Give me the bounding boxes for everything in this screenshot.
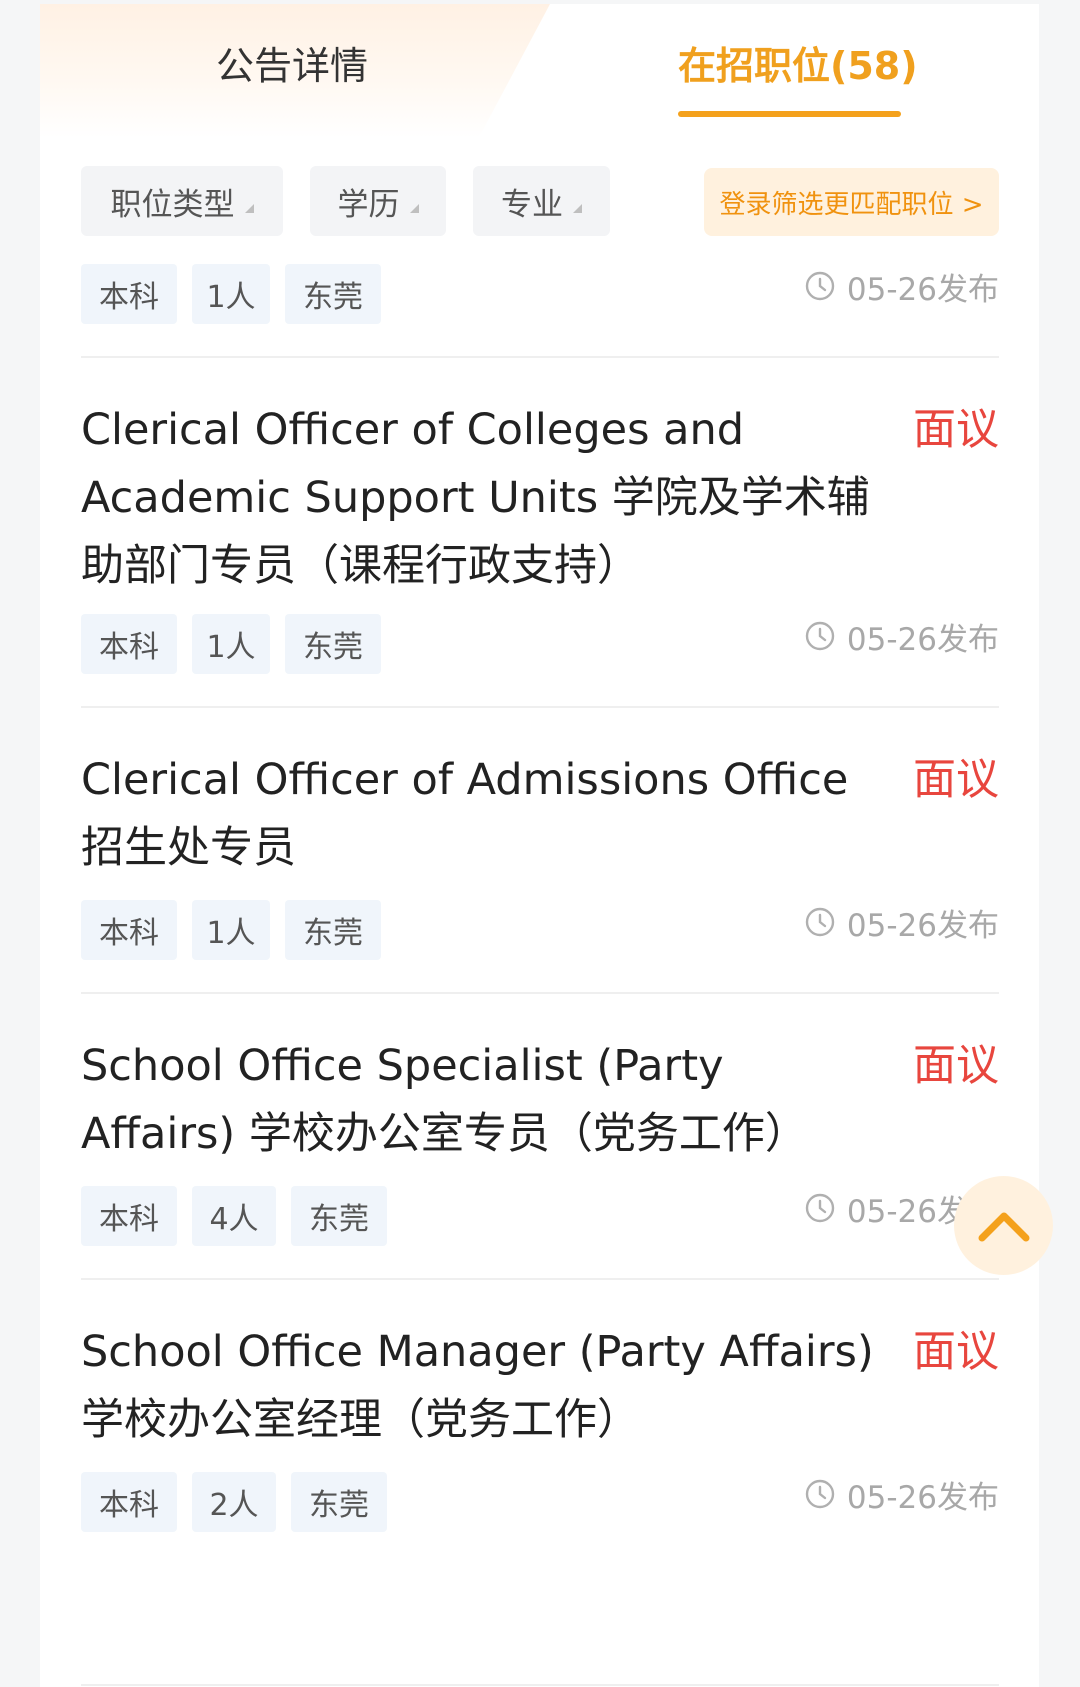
triangle-icon <box>244 203 254 213</box>
tag-education: 本科 <box>81 1472 177 1532</box>
publish-date-text: 05-26发布 <box>846 621 999 658</box>
tab-notice[interactable]: 公告详情 <box>216 40 368 92</box>
divider <box>81 1278 999 1280</box>
filter-bar: 职位类型 学历 专业 登录筛选更匹配职位 > <box>40 166 1039 238</box>
active-tab-indicator <box>678 111 901 117</box>
job-item[interactable]: Clerical Officer of Colleges and Academi… <box>81 396 999 680</box>
tag-headcount: 2人 <box>192 1472 276 1532</box>
publish-date-text: 05-26发布 <box>846 907 999 944</box>
back-to-top-button[interactable] <box>954 1176 1053 1275</box>
publish-date: 05-26发布 <box>805 606 999 666</box>
job-salary: 面议 <box>913 405 999 455</box>
divider <box>81 1684 999 1686</box>
tag-location: 东莞 <box>285 900 381 960</box>
tag-location: 东莞 <box>285 264 381 324</box>
publish-date-text: 05-26发布 <box>846 1479 999 1516</box>
tag-location: 东莞 <box>291 1186 387 1246</box>
tag-headcount: 1人 <box>192 614 270 674</box>
job-salary: 面议 <box>913 1041 999 1091</box>
divider <box>81 992 999 994</box>
tag-location: 东莞 <box>291 1472 387 1532</box>
job-item[interactable]: 本科 1人 东莞 05-26发布 <box>81 264 999 326</box>
clock-icon <box>805 271 835 301</box>
job-item[interactable]: Clerical Officer of Admissions Office 招生… <box>81 746 999 968</box>
publish-date: 05-26发布 <box>805 256 999 316</box>
filter-education-label: 学历 <box>337 186 400 223</box>
tab-bar: 公告详情 在招职位(58) <box>40 4 1039 138</box>
triangle-icon <box>573 203 582 213</box>
filter-job-type-label: 职位类型 <box>110 186 235 223</box>
job-item[interactable]: School Office Manager (Party Affairs) 学校… <box>81 1318 999 1540</box>
tab-jobs[interactable]: 在招职位(58) <box>678 40 918 92</box>
job-title: School Office Specialist (Party Affairs)… <box>81 1041 808 1159</box>
tag-location: 东莞 <box>285 614 381 674</box>
tag-headcount: 4人 <box>192 1186 276 1246</box>
filter-major[interactable]: 专业 <box>473 166 610 236</box>
job-item[interactable]: School Office Specialist (Party Affairs)… <box>81 1032 999 1254</box>
job-title: Clerical Officer of Colleges and Academi… <box>81 405 870 591</box>
divider <box>81 706 999 708</box>
login-filter-button[interactable]: 登录筛选更匹配职位 > <box>704 168 999 236</box>
tag-education: 本科 <box>81 264 177 324</box>
chevron-up-icon <box>978 1212 1029 1241</box>
clock-icon <box>805 907 835 937</box>
job-list-card: 公告详情 在招职位(58) 职位类型 学历 专业 登录筛选更匹配职位 > 本科 … <box>40 4 1039 1687</box>
tag-education: 本科 <box>81 614 177 674</box>
clock-icon <box>805 621 835 651</box>
triangle-icon <box>409 203 419 213</box>
tag-education: 本科 <box>81 1186 177 1246</box>
clock-icon <box>805 1193 835 1223</box>
job-salary: 面议 <box>913 755 999 805</box>
publish-date-text: 05-26发布 <box>846 271 999 308</box>
clock-icon <box>805 1479 835 1509</box>
job-salary: 面议 <box>913 1327 999 1377</box>
tag-headcount: 1人 <box>192 264 270 324</box>
filter-major-label: 专业 <box>501 186 563 223</box>
publish-date: 05-26发布 <box>805 892 999 952</box>
filter-job-type[interactable]: 职位类型 <box>81 166 283 236</box>
tag-education: 本科 <box>81 900 177 960</box>
tag-headcount: 1人 <box>192 900 270 960</box>
job-title: Clerical Officer of Admissions Office 招生… <box>81 755 849 873</box>
filter-education[interactable]: 学历 <box>310 166 446 236</box>
divider <box>81 356 999 358</box>
job-title: School Office Manager (Party Affairs) 学校… <box>81 1327 874 1445</box>
publish-date: 05-26发布 <box>805 1464 999 1524</box>
